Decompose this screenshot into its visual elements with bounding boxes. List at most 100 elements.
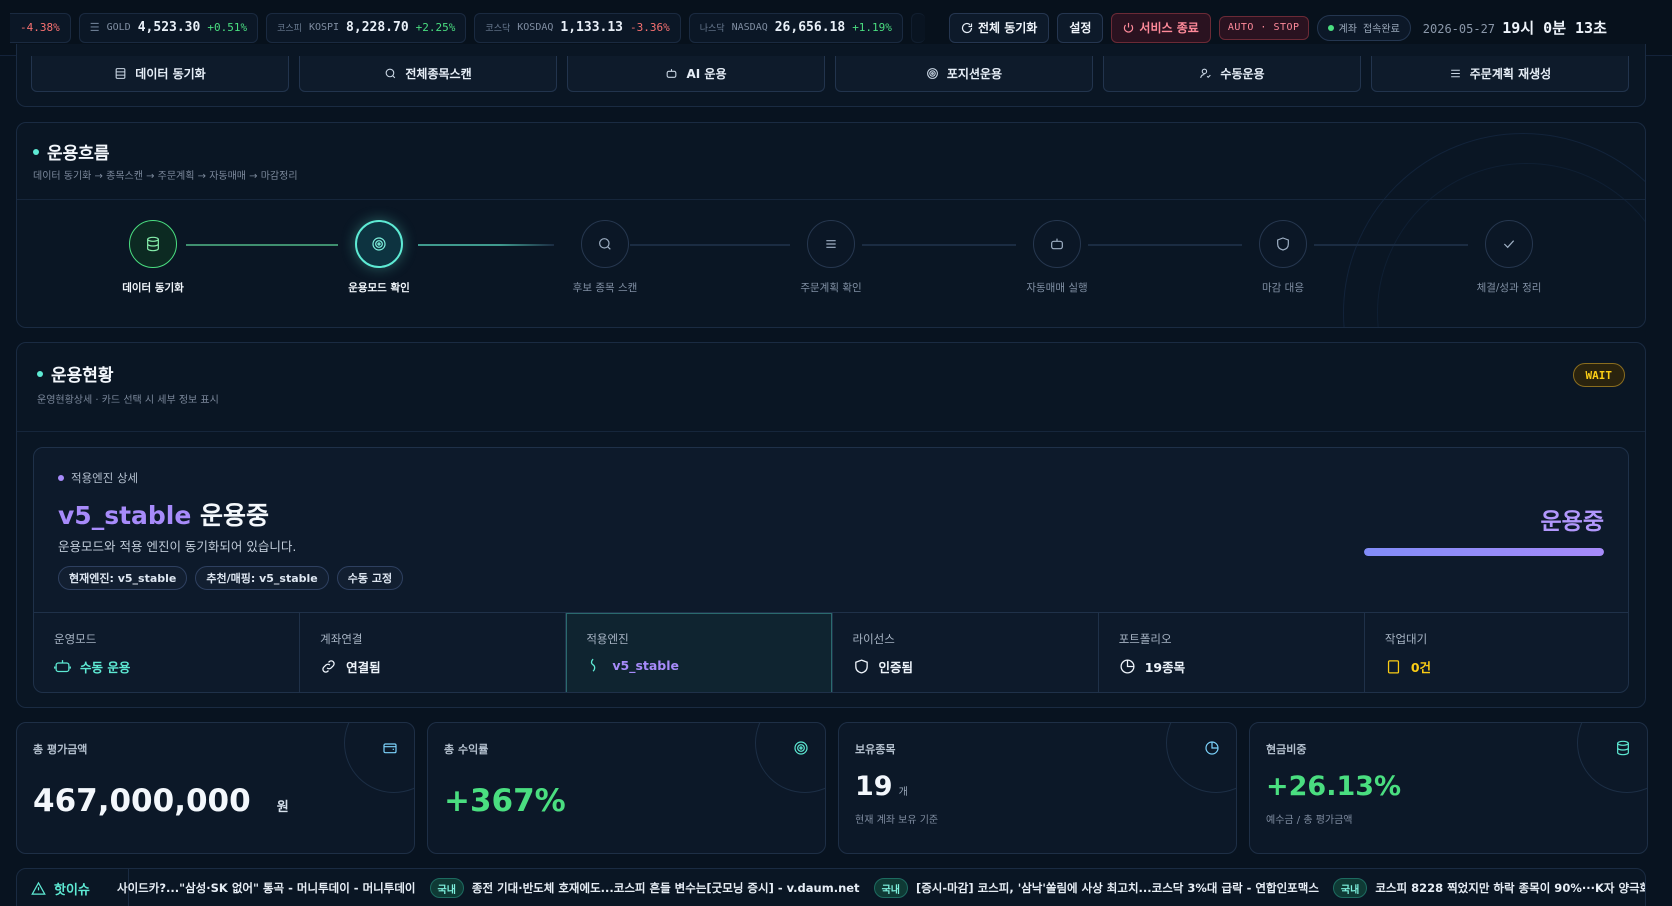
news-text: [증시-마감] 코스피, '삼낙'쏠림에 사상 최고치...코스닥 3%대 급락… [915, 881, 1319, 895]
stat-total-return[interactable]: 총 수익률 +367% [427, 722, 826, 854]
metric-account[interactable]: 계좌연결 연결됨 [300, 613, 567, 692]
engine-chips: 현재엔진: v5_stable 추천/매핑: v5_stable 수동 고정 [58, 566, 404, 590]
ticker-change: +1.19% [852, 21, 892, 34]
warning-icon [31, 881, 46, 895]
full-scan-button[interactable]: 전체종목스캔 [299, 56, 557, 92]
pie-icon [1205, 741, 1219, 755]
step-label: 체결/성과 정리 [1476, 282, 1542, 294]
stat-label: 총 평가금액 [33, 743, 88, 756]
list-icon [826, 240, 836, 248]
metric-license[interactable]: 라이선스 인증됨 [833, 613, 1099, 692]
flow-step-data-sync[interactable]: 데이터 동기화 [63, 220, 243, 295]
metric-label: 계좌연결 [320, 632, 363, 646]
kospi-icon: 코스피 [277, 24, 302, 34]
flow-step-auto-trade[interactable]: 자동매매 실행 [967, 220, 1147, 295]
stat-value-text: 19 [855, 771, 893, 802]
clipboard-icon [1387, 660, 1399, 674]
ticker-change: +0.51% [207, 21, 248, 34]
news-text: 사이드카?..."삼성·SK 없어" 통곡 - 머니투데이 - 머니투데이 [117, 881, 416, 895]
action-label: 전체종목스캔 [405, 67, 472, 81]
engine-title: v5_stable 운용중 [58, 496, 269, 532]
database-icon [1617, 740, 1629, 756]
status-dot [1327, 24, 1334, 31]
chip-manual-fixed: 수동 고정 [336, 566, 404, 590]
position-run-button[interactable]: 포지션운용 [835, 56, 1093, 92]
news-text: 코스피 8228 찍었지만 하락 종목이 90%···K자 양극화 증시 - 경… [1375, 881, 1645, 895]
metric-value-text: 19종목 [1144, 660, 1186, 675]
pie-icon [1120, 659, 1135, 674]
metric-value-text: v5_stable [612, 658, 680, 673]
ai-run-button[interactable]: AI 운용 [567, 56, 825, 92]
refresh-icon [961, 22, 973, 33]
flow-step-close[interactable]: 마감 대응 [1193, 220, 1373, 295]
shutdown-button[interactable]: 서비스 종료 [1111, 12, 1211, 43]
step-label: 후보 종목 스캔 [572, 282, 638, 294]
news-text: 종전 기대·반도체 호재에도...코스피 흔들 변수는[굿모닝 증시] - v.… [471, 881, 860, 895]
target-icon [372, 237, 386, 251]
title-bullet [33, 148, 39, 155]
decor-ring [1166, 723, 1236, 793]
metric-portfolio[interactable]: 포트폴리오 19종목 [1099, 613, 1365, 692]
stat-sub: 현재 계좌 보유 기준 [855, 815, 939, 826]
stat-total-value[interactable]: 총 평가금액 467,000,000 원 [16, 722, 415, 854]
kosdaq-icon: 코스닥 [485, 24, 511, 34]
regenerate-plan-button[interactable]: 주문계획 재생성 [1371, 56, 1629, 92]
flow-step-order-plan[interactable]: 주문계획 확인 [741, 220, 921, 295]
ticker-change: -3.36% [630, 21, 670, 34]
data-sync-button[interactable]: 데이터 동기화 [31, 56, 289, 92]
stat-label: 현금비중 [1266, 743, 1307, 756]
flow-step-settle[interactable]: 체결/성과 정리 [1419, 220, 1599, 295]
hot-issue-label: 핫이슈 [17, 869, 129, 906]
flow-step-scan[interactable]: 후보 종목 스캔 [515, 220, 695, 295]
clock: 2026-05-27 19시 0분 13초 [1423, 17, 1607, 38]
sync-all-label: 전체 동기화 [977, 21, 1038, 35]
power-icon [1124, 22, 1134, 33]
divider [17, 431, 1645, 432]
stat-holdings[interactable]: 보유종목 19 개 현재 계좌 보유 기준 [838, 722, 1237, 854]
news-item[interactable]: 국내 종전 기대·반도체 호재에도...코스피 흔들 변수는[굿모닝 증시] -… [429, 878, 860, 898]
sync-all-button[interactable]: 전체 동기화 [948, 12, 1050, 43]
check-icon [1503, 240, 1515, 249]
ticker-item-gold: ☰ GOLD 4,523.30 +0.51% [78, 12, 259, 43]
step-label: 주문계획 확인 [800, 282, 862, 294]
list-icon [1450, 69, 1460, 78]
decor-ring [755, 723, 825, 793]
chip-current-engine: 현재엔진: v5_stable [58, 566, 188, 590]
news-item[interactable]: 국내 [증시-마감] 코스피, '삼낙'쏠림에 사상 최고치...코스닥 3%대… [873, 878, 1319, 898]
settings-button[interactable]: 설정 [1057, 12, 1104, 43]
flow-step-mode-check[interactable]: 운용모드 확인 [289, 220, 469, 295]
stat-cash-ratio[interactable]: 현금비중 +26.13% 예수금 / 총 평가금액 [1249, 722, 1648, 854]
status-title: 운용현황 [37, 361, 114, 386]
metric-value: v5_stable [586, 657, 831, 674]
account-status-pill: 계좌 접속완료 [1316, 14, 1411, 41]
flow-title-text: 운용흐름 [47, 144, 110, 164]
robot-icon [667, 69, 677, 78]
ticker-change: -4.38% [20, 21, 60, 34]
metric-mode[interactable]: 운영모드 수동 운용 [34, 613, 301, 692]
action-label: 포지션운용 [946, 67, 1003, 81]
metric-value-text: 연결됨 [346, 660, 381, 675]
manual-run-button[interactable]: 수동운용 [1103, 56, 1361, 92]
metric-engine[interactable]: 적용엔진 v5_stable [566, 613, 833, 692]
step-label: 마감 대응 [1262, 282, 1304, 294]
metric-queue[interactable]: 작업대기 0건 [1365, 613, 1628, 692]
stat-value-text: +26.13% [1266, 771, 1402, 802]
metric-value: 19종목 [1119, 657, 1364, 676]
wallet-icon [383, 743, 397, 754]
search-icon [386, 68, 396, 79]
news-item[interactable]: 국내 코스피 8228 찍었지만 하락 종목이 90%···K자 양극화 증시 … [1332, 878, 1645, 898]
step-label: 자동매매 실행 [1026, 282, 1088, 294]
flow-title: 운용흐름 [33, 139, 110, 164]
engine-detail-card[interactable]: 적용엔진 상세 v5_stable 운용중 운용모드와 적용 엔진이 동기화되어… [33, 447, 1629, 693]
stat-unit: 원 [276, 800, 289, 815]
step-circle [807, 220, 855, 268]
engine-progress-fill [1364, 548, 1604, 556]
news-ticker: 핫이슈 사이드카?..."삼성·SK 없어" 통곡 - 머니투데이 - 머니투데… [16, 868, 1646, 906]
shield-icon [1277, 237, 1289, 251]
gold-icon: ☰ [89, 21, 100, 34]
news-item[interactable]: 사이드카?..."삼성·SK 없어" 통곡 - 머니투데이 - 머니투데이 [117, 880, 416, 896]
stat-sub: 예수금 / 총 평가금액 [1266, 815, 1353, 826]
action-label: AI 운용 [686, 67, 727, 81]
step-circle [129, 220, 177, 268]
stat-value: 467,000,000 원 [33, 783, 289, 819]
